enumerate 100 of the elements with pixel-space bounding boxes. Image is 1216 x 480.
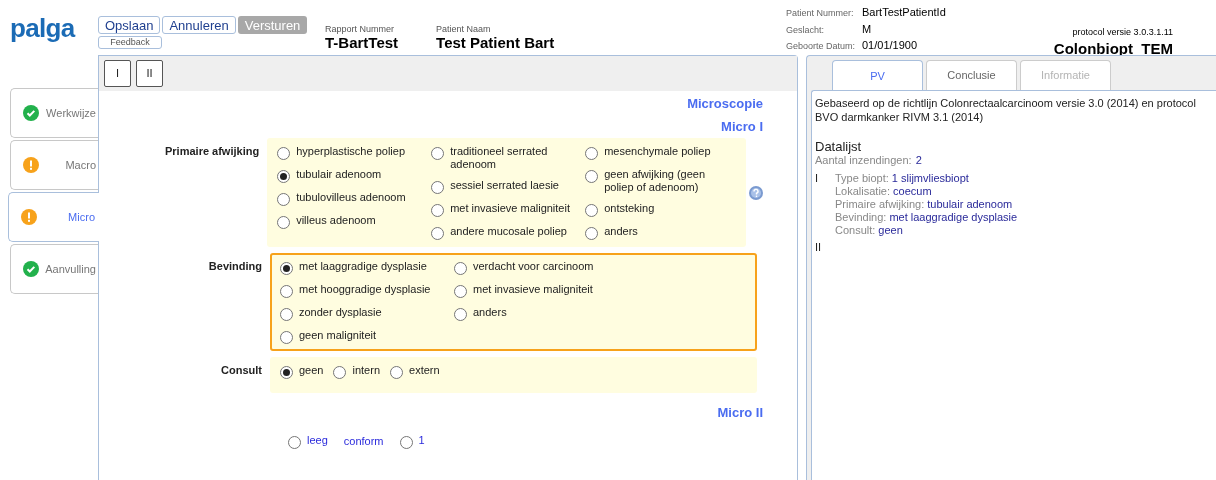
- option-label: andere mucosale poliep: [450, 225, 567, 238]
- data-value: geen: [878, 224, 903, 237]
- data-label: Consult:: [835, 224, 876, 237]
- tab-label: Macro: [64, 157, 97, 173]
- option-label: hyperplastische poliep: [296, 145, 405, 158]
- field-value: M: [862, 22, 872, 36]
- radio-button[interactable]: [288, 435, 301, 449]
- option-label: met invasieve maligniteit: [473, 283, 593, 296]
- option-label: mesenchymale poliep: [604, 145, 711, 158]
- radio-button[interactable]: [277, 193, 291, 206]
- radio-button[interactable]: [399, 435, 413, 449]
- group-label: I: [815, 172, 820, 186]
- radio-button[interactable]: [454, 308, 467, 321]
- field-label: Patient Naam: [436, 25, 492, 34]
- data-value: 1 slijmvliesbiopt: [891, 172, 969, 185]
- toolbar-button[interactable]: Annuleren: [162, 16, 236, 34]
- radio-button[interactable]: [585, 170, 599, 183]
- option-label: met hooggradige dysplasie: [299, 283, 431, 296]
- intro-text: Gebaseerd op de richtlijn Colonrectaalcarcinoom versie 3.0 (2014) en protocol BVO darmkanker RIVM 3.1 (2014): [815, 96, 1197, 124]
- radio-button[interactable]: [280, 262, 293, 275]
- sidebar-tab[interactable]: Werkwijze: [10, 88, 98, 138]
- option-label: met invasieve maligniteit: [450, 202, 570, 215]
- radio-button[interactable]: [277, 170, 291, 183]
- radio-button[interactable]: [454, 262, 467, 275]
- check-icon: [23, 261, 39, 277]
- option-label: geen maligniteit: [299, 329, 377, 342]
- check-icon: [23, 105, 39, 121]
- radio-button[interactable]: [585, 147, 599, 160]
- tab-label: Aanvulling: [44, 261, 97, 277]
- radio-button[interactable]: [280, 366, 293, 379]
- data-value: coecum: [893, 185, 932, 198]
- data-label: Primaire afwijking:: [835, 198, 925, 211]
- field-value: T-BartTest: [325, 34, 399, 53]
- field-label: Primaire afwijking: [164, 144, 261, 159]
- section-button[interactable]: I: [104, 60, 131, 87]
- field-value: BartTestPatientId: [862, 6, 946, 19]
- tab-label: Werkwijze: [45, 105, 97, 121]
- radio-button[interactable]: [390, 366, 403, 379]
- data-label: Lokalisatie:: [835, 185, 891, 198]
- field-label: Consult: [220, 363, 263, 378]
- option-label: traditioneel serrated adenoom: [450, 145, 549, 171]
- option-label: met laaggradige dysplasie: [299, 260, 427, 273]
- field-label: Geslacht:: [786, 23, 826, 37]
- field-value: 01/01/1900: [862, 39, 918, 52]
- data-value: tubulair adenoom: [927, 198, 1013, 211]
- count-label: Aantal inzendingen:: [815, 154, 912, 167]
- warning-icon: [23, 157, 39, 173]
- sidebar-tab[interactable]: Aanvulling: [10, 244, 98, 294]
- conform-link[interactable]: conform: [335, 433, 392, 450]
- radio-button[interactable]: [277, 216, 291, 229]
- field-value: Test Patient Bart: [436, 34, 555, 53]
- protocol-name: Colonbiopt_TEM: [1053, 39, 1173, 59]
- radio-button[interactable]: [431, 147, 445, 160]
- field-label: Patient Nummer:: [786, 7, 855, 20]
- radio-button[interactable]: [277, 147, 291, 160]
- option-label: tubulovilleus adenoom: [296, 191, 406, 204]
- option-label: intern: [352, 364, 380, 377]
- data-label: Type biopt:: [835, 172, 889, 185]
- sidebar-tab[interactable]: Macro: [10, 140, 98, 190]
- option-label: leeg: [307, 433, 328, 447]
- radio-button[interactable]: [280, 331, 293, 344]
- tab[interactable]: Conclusie: [926, 60, 1017, 90]
- radio-button[interactable]: [431, 181, 445, 194]
- radio-button[interactable]: [585, 204, 599, 217]
- option-label: geen afwijking (geen poliep of adenoom): [604, 168, 707, 194]
- option-label: verdacht voor carcinoom: [473, 260, 594, 273]
- radio-button[interactable]: [280, 285, 293, 298]
- group-label: II: [815, 241, 823, 254]
- radio-button[interactable]: [431, 204, 445, 217]
- radio-button[interactable]: [280, 308, 293, 321]
- tab[interactable]: PV: [832, 60, 923, 91]
- datalist-title: Datalijst: [815, 139, 863, 154]
- option-label: geen: [299, 364, 324, 377]
- radio-button[interactable]: [333, 366, 347, 379]
- radio-button[interactable]: [585, 227, 599, 240]
- subsection-title: Micro II: [717, 404, 763, 422]
- option-label: ontsteking: [604, 202, 655, 215]
- tab-label: Micro: [67, 209, 96, 225]
- sidebar-tab[interactable]: Micro: [8, 192, 99, 242]
- radio-button[interactable]: [454, 285, 467, 298]
- section-title: Microscopie: [687, 95, 763, 113]
- option-label: villeus adenoom: [296, 214, 376, 227]
- section-button[interactable]: II: [136, 60, 163, 87]
- option-label: 1: [418, 433, 425, 447]
- logo: palga: [10, 14, 75, 41]
- toolbar-button[interactable]: Opslaan: [98, 16, 161, 34]
- option-label: tubulair adenoom: [296, 168, 382, 181]
- field-label: Rapport Nummer: [325, 25, 396, 34]
- help-icon[interactable]: [749, 185, 763, 200]
- data-label: Bevinding:: [835, 211, 887, 224]
- field-label: Geboorte Datum:: [786, 40, 857, 53]
- count-value: 2: [915, 154, 922, 167]
- option-label: extern: [409, 364, 440, 377]
- option-label: zonder dysplasie: [299, 306, 382, 319]
- option-label: anders: [473, 306, 507, 319]
- protocol-version: protocol versie 3.0.3.1.11: [1072, 26, 1173, 39]
- feedback-button[interactable]: Feedback: [98, 36, 162, 49]
- radio-button[interactable]: [431, 227, 445, 240]
- option-label: sessiel serrated laesie: [450, 179, 559, 192]
- option-label: anders: [604, 225, 638, 238]
